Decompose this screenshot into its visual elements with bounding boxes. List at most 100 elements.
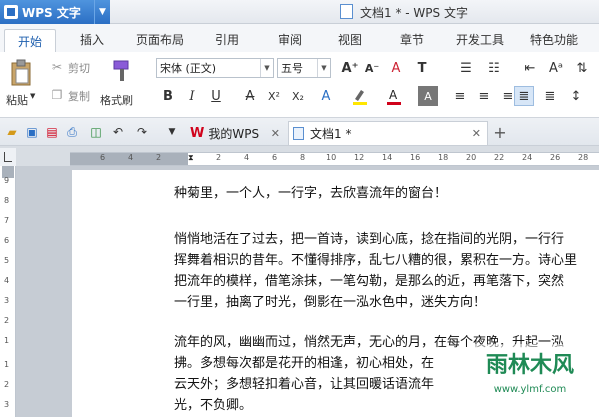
shrink-font-icon[interactable]: A⁻ xyxy=(362,58,382,78)
subscript-icon[interactable]: X₂ xyxy=(288,86,308,106)
grow-font-icon[interactable]: A⁺ xyxy=(340,58,360,78)
tab-my-wps[interactable]: W 我的WPS ✕ xyxy=(186,121,286,145)
ruler-corner[interactable] xyxy=(0,148,16,166)
distributed-align-icon[interactable]: ≣ xyxy=(540,86,560,106)
ruler-number: 7 xyxy=(4,216,10,225)
justify-icon[interactable]: ≣ xyxy=(514,86,534,106)
ribbon-home: 粘贴 ▼ ✂ 剪切 ❐ 复制 格式刷 宋体 (正文) ▼ 五号 ▼ A⁺ A⁻ … xyxy=(0,52,599,118)
sort-icon[interactable]: ⇅ xyxy=(572,58,592,78)
vertical-ruler[interactable]: 9 8 7 6 5 4 3 2 1 1 2 3 xyxy=(0,166,16,417)
bold-icon[interactable]: B xyxy=(158,86,178,106)
ruler-number: 26 xyxy=(550,153,561,162)
font-name-select[interactable]: 宋体 (正文) ▼ xyxy=(156,58,274,78)
tab-my-wps-label: 我的WPS xyxy=(208,126,260,141)
ruler-number: 2 xyxy=(216,153,222,162)
ruler-number: 2 xyxy=(4,380,10,389)
print-preview-icon[interactable]: ◫ xyxy=(88,124,104,140)
ruler-number: 6 xyxy=(100,153,106,162)
superscript-icon[interactable]: X² xyxy=(264,86,284,106)
ruler-number: 10 xyxy=(326,153,337,162)
format-painter-icon[interactable] xyxy=(110,58,134,84)
tab-home[interactable]: 开始 xyxy=(4,29,56,52)
customize-toolbar-icon[interactable]: ▼ xyxy=(164,124,180,140)
ruler-number: 5 xyxy=(4,256,10,265)
copy-button[interactable]: 复制 xyxy=(68,88,90,104)
text-tools-icon[interactable]: T xyxy=(412,58,432,78)
highlight-icon[interactable] xyxy=(350,86,370,106)
document-line: 悄悄地活在了过去，把一首诗，读到心底，捻在指间的光阴，一行行 xyxy=(174,232,565,247)
font-name-value: 宋体 (正文) xyxy=(160,62,217,75)
redo-icon[interactable]: ↷ xyxy=(134,124,150,140)
scissors-icon: ✂ xyxy=(51,60,63,74)
ruler-number: 20 xyxy=(466,153,477,162)
watermark-text: 雨林木风 xyxy=(486,353,574,378)
ruler-number: 8 xyxy=(300,153,306,162)
paste-dropdown-icon[interactable]: ▼ xyxy=(30,92,35,100)
wps-menu-button[interactable]: WPS 文字 ▼ xyxy=(0,0,110,24)
tab-page-layout[interactable]: 页面布局 xyxy=(130,28,190,50)
document-line: 拂。多想每次都是花开的相逢，初心相处，在 xyxy=(174,356,435,371)
numbered-list-icon[interactable]: ☷ xyxy=(484,58,504,78)
save-icon[interactable]: ▣ xyxy=(24,124,40,140)
print-icon[interactable]: ⎙ xyxy=(64,124,80,140)
ruler-number: 2 xyxy=(156,153,162,162)
paste-icon[interactable] xyxy=(8,58,34,88)
align-center-icon[interactable]: ≡ xyxy=(474,86,494,106)
wps-logo-icon: W xyxy=(190,125,205,141)
close-icon[interactable]: ✕ xyxy=(271,127,280,140)
chevron-down-icon[interactable]: ▼ xyxy=(260,59,273,77)
line-spacing-icon[interactable]: ↕ xyxy=(566,86,586,106)
ruler-number: 3 xyxy=(4,400,10,409)
bullet-list-icon[interactable]: ☰ xyxy=(456,58,476,78)
horizontal-ruler[interactable]: 6 4 2 ⧗ 2 4 6 8 10 12 14 16 18 20 22 24 … xyxy=(70,152,599,166)
new-tab-icon[interactable]: + xyxy=(492,123,508,142)
tab-features[interactable]: 特色功能 xyxy=(524,28,584,50)
ruler-number: 8 xyxy=(4,196,10,205)
change-case-icon[interactable]: Aᵃ xyxy=(546,58,566,78)
ruler-number: 18 xyxy=(438,153,449,162)
ruler-number: 4 xyxy=(128,153,134,162)
ruler-number: 28 xyxy=(578,153,589,162)
underline-icon[interactable]: U xyxy=(206,86,226,106)
open-folder-icon[interactable]: ▰ xyxy=(4,124,20,140)
ruler-number: 22 xyxy=(494,153,505,162)
align-left-icon[interactable]: ≡ xyxy=(450,86,470,106)
tab-document1[interactable]: 文档1 * ✕ xyxy=(288,121,488,145)
ruler-number: 4 xyxy=(244,153,250,162)
font-color-icon[interactable]: A xyxy=(384,86,404,106)
char-shading-icon[interactable]: A xyxy=(418,86,438,106)
cut-button[interactable]: 剪切 xyxy=(68,60,90,76)
copy-icon: ❐ xyxy=(51,88,63,102)
ruler-number: 6 xyxy=(272,153,278,162)
document-line: 把流年的模样，借笔涂抹，一笔勾勒，是那么的近，再笔落下，突然 xyxy=(174,274,565,289)
format-painter-button[interactable]: 格式刷 xyxy=(100,92,133,108)
tab-references[interactable]: 引用 xyxy=(205,28,249,50)
text-effect-icon[interactable]: A xyxy=(316,86,336,106)
tab-developer[interactable]: 开发工具 xyxy=(450,28,510,50)
font-size-select[interactable]: 五号 ▼ xyxy=(277,58,331,78)
tab-view[interactable]: 视图 xyxy=(328,28,372,50)
chevron-down-icon[interactable]: ▼ xyxy=(317,59,330,77)
ruler-number: 14 xyxy=(382,153,393,162)
strikethrough-icon[interactable]: A xyxy=(240,86,260,106)
undo-icon[interactable]: ↶ xyxy=(110,124,126,140)
window-title: 文档1 * - WPS 文字 xyxy=(360,6,468,20)
clear-format-icon[interactable]: A xyxy=(386,58,406,78)
close-icon[interactable]: ✕ xyxy=(472,127,481,140)
tab-insert[interactable]: 插入 xyxy=(70,28,114,50)
site-watermark-logo: 雨林木风 www.ylmf.com xyxy=(472,340,588,396)
decrease-indent-icon[interactable]: ⇤ xyxy=(520,58,540,78)
document-line: 一行里，抽离了时光，倒影在一泓水色中，迷失方向！ xyxy=(174,295,487,310)
indent-marker-icon[interactable]: ⧗ xyxy=(188,153,194,163)
paste-button[interactable]: 粘贴 xyxy=(6,92,28,108)
wps-logo-icon xyxy=(4,5,18,19)
tab-review[interactable]: 审阅 xyxy=(268,28,312,50)
tab-chapter[interactable]: 章节 xyxy=(390,28,434,50)
italic-icon[interactable]: I xyxy=(182,86,202,106)
ruler-number: 6 xyxy=(4,236,10,245)
document-icon xyxy=(293,127,304,140)
export-pdf-icon[interactable]: ▤ xyxy=(44,124,60,140)
chevron-down-icon[interactable]: ▼ xyxy=(94,0,110,24)
watermark-url: www.ylmf.com xyxy=(494,384,567,395)
tab-stop-icon xyxy=(4,152,12,162)
